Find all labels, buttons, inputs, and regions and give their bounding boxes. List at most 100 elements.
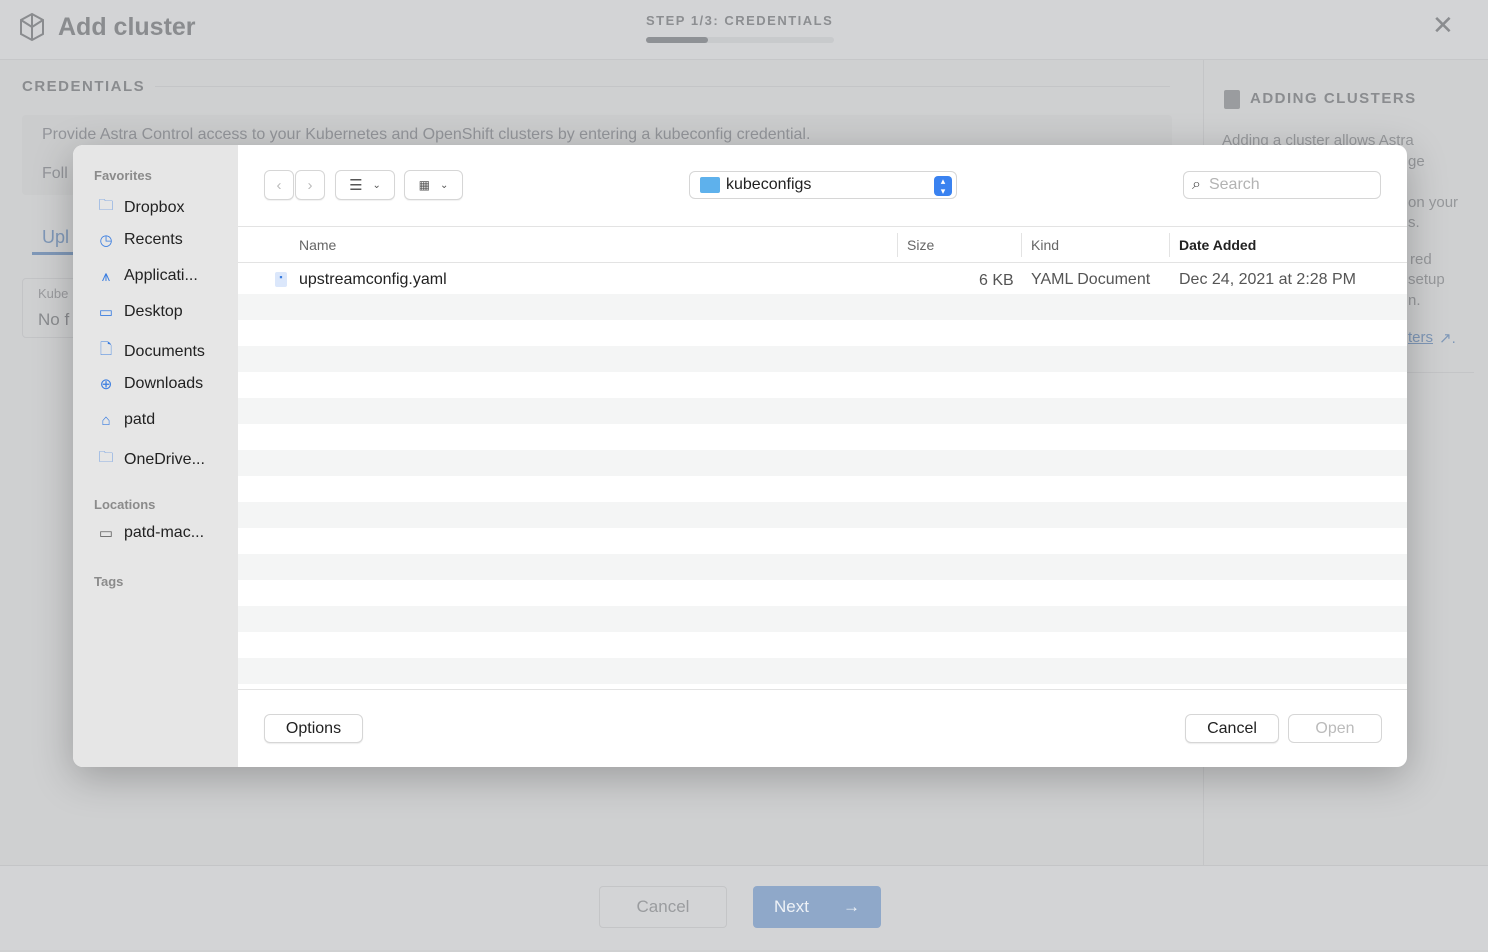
folder-icon: 🗀: [98, 449, 114, 466]
external-link-icon: ↗.: [1439, 330, 1456, 347]
header: [0, 0, 1488, 60]
column-kind[interactable]: Kind: [1031, 237, 1059, 253]
sidebar-item-downloads[interactable]: ⊕ Downloads: [97, 375, 203, 393]
empty-row: [238, 346, 1407, 372]
folder-icon: 🗀: [98, 197, 114, 214]
empty-row: [238, 580, 1407, 606]
file-date: Dec 24, 2021 at 2:28 PM: [1179, 271, 1356, 288]
kubeconfig-label: Kube: [38, 286, 69, 301]
empty-row: [238, 606, 1407, 632]
sidebar-item-label: Desktop: [124, 303, 183, 320]
tab-upload[interactable]: Upl: [42, 227, 69, 248]
footer: [0, 865, 1488, 950]
step-label: STEP 1/3: CREDENTIALS: [646, 13, 834, 28]
cluster-icon: [20, 12, 44, 42]
file-size: 6 KB: [979, 272, 1014, 289]
chevron-left-icon: ‹: [276, 176, 282, 194]
empty-row: [238, 476, 1407, 502]
sidebar-item-applications[interactable]: ⩚ Applicati...: [97, 267, 198, 285]
column-name[interactable]: Name: [299, 237, 336, 253]
forward-button[interactable]: ›: [295, 170, 325, 200]
empty-row: [238, 502, 1407, 528]
empty-row: [238, 398, 1407, 424]
chevron-down-icon: ⌄: [439, 179, 449, 191]
column-separator: [1021, 233, 1022, 257]
download-icon: ⊕: [99, 376, 113, 393]
page-title: Add cluster: [58, 13, 196, 41]
sidebar-item-onedrive[interactable]: 🗀 OneDrive...: [97, 447, 204, 472]
locations-heading: Locations: [94, 497, 156, 512]
file-name: upstreamconfig.yaml: [299, 271, 447, 288]
help-text: red: [1410, 251, 1432, 268]
section-title: CREDENTIALS: [22, 78, 146, 95]
list-view-button[interactable]: ☰ ⌄: [335, 170, 395, 200]
divider: [155, 86, 1170, 87]
file-row[interactable]: ▪ upstreamconfig.yaml 6 KB YAML Document…: [238, 268, 1407, 294]
chevron-down-icon: ⌄: [372, 179, 381, 191]
sidebar-item-desktop[interactable]: ▭ Desktop: [97, 303, 183, 321]
divider: [238, 689, 1407, 690]
empty-row: [238, 294, 1407, 320]
empty-row: [238, 658, 1407, 684]
column-size[interactable]: Size: [907, 237, 934, 253]
file-kind: YAML Document: [1031, 271, 1151, 288]
search-input[interactable]: ⌕ Search: [1183, 171, 1381, 199]
sidebar-item-label: Recents: [124, 231, 183, 248]
step-progress: [646, 37, 834, 43]
folder-icon: [700, 177, 720, 193]
next-button[interactable]: Next →: [753, 886, 881, 928]
folder-name: kubeconfigs: [726, 176, 812, 193]
column-separator: [897, 233, 898, 257]
favorites-heading: Favorites: [94, 168, 152, 183]
cancel-button[interactable]: Cancel: [1185, 714, 1279, 743]
help-text: n.: [1408, 292, 1421, 309]
grid-icon: ▦: [418, 178, 430, 192]
list-icon: ☰: [349, 177, 363, 194]
next-label: Next: [774, 897, 809, 916]
column-date-added[interactable]: Date Added: [1179, 237, 1256, 253]
close-icon[interactable]: ✕: [1432, 10, 1454, 41]
arrow-right-icon: →: [842, 897, 860, 916]
group-view-button[interactable]: ▦ ⌄: [404, 170, 463, 200]
help-text: on your: [1408, 194, 1459, 211]
sidebar-item-dropbox[interactable]: 🗀 Dropbox: [97, 195, 184, 220]
desktop-icon: ▭: [98, 304, 114, 321]
info-text: Provide Astra Control access to your Kub…: [42, 126, 811, 143]
file-open-dialog: Favorites 🗀 Dropbox ◷ Recents ⩚ Applicati..…: [73, 145, 1407, 767]
dialog-sidebar: Favorites 🗀 Dropbox ◷ Recents ⩚ Applicati..…: [73, 145, 238, 767]
clock-icon: ◷: [99, 232, 113, 249]
empty-row: [238, 554, 1407, 580]
back-button[interactable]: ‹: [264, 170, 294, 200]
empty-row: [238, 372, 1407, 398]
stepper-icon: ▴ ▾: [934, 176, 952, 196]
help-link[interactable]: ters: [1408, 329, 1433, 346]
column-header: Name Size Kind Date Added: [238, 226, 1407, 263]
empty-row: [238, 320, 1407, 346]
home-icon: ⌂: [101, 411, 111, 429]
empty-row: [238, 424, 1407, 450]
sidebar-item-label: Dropbox: [124, 198, 185, 216]
help-text: s.: [1408, 214, 1420, 231]
open-button[interactable]: Open: [1288, 714, 1382, 743]
document-icon: 🗋: [99, 341, 113, 358]
footer-cancel-button[interactable]: Cancel: [599, 886, 727, 928]
tags-heading: Tags: [94, 574, 124, 589]
help-text: ge: [1408, 153, 1425, 170]
sidebar-item-documents[interactable]: 🗋 Documents: [97, 339, 205, 364]
sidebar-item-recents[interactable]: ◷ Recents: [97, 231, 183, 249]
options-button[interactable]: Options: [264, 714, 363, 743]
follow-text: Foll: [42, 165, 68, 182]
search-icon: ⌕: [1192, 176, 1201, 193]
laptop-icon: ▭: [98, 525, 114, 542]
sidebar-item-patd-mac[interactable]: ▭ patd-mac...: [97, 524, 204, 542]
chevron-right-icon: ›: [307, 176, 313, 194]
sidebar-item-patd[interactable]: ⌂ patd: [97, 411, 155, 429]
yaml-file-icon: ▪: [275, 272, 287, 287]
sidebar-item-label: patd: [124, 411, 156, 428]
help-title: ADDING CLUSTERS: [1250, 90, 1417, 107]
folder-select[interactable]: kubeconfigs ▴ ▾: [689, 171, 957, 199]
empty-row: [238, 528, 1407, 554]
empty-row: [238, 450, 1407, 476]
sidebar-item-label: patd-mac...: [124, 524, 205, 541]
column-separator: [1169, 233, 1170, 257]
